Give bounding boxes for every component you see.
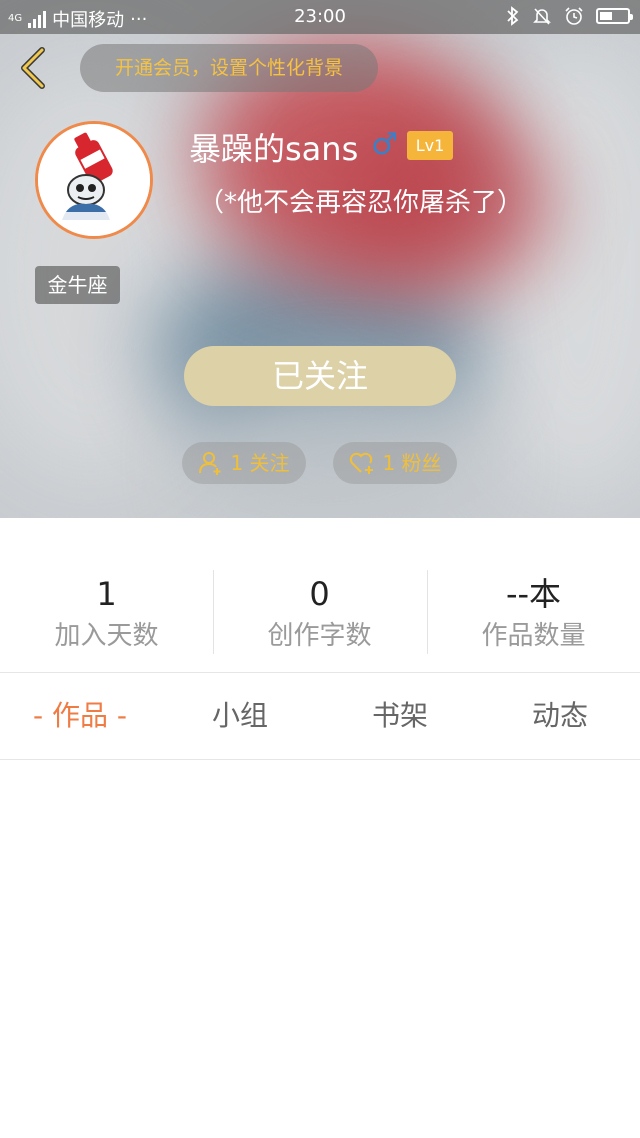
stat-works-count: --本 作品数量 (427, 570, 640, 654)
user-add-icon (199, 452, 221, 475)
following-label: 1 关注 (230, 451, 290, 475)
stats-row: 1 加入天数 0 创作字数 --本 作品数量 (0, 518, 640, 673)
profile-header: 4G 中国移动 ··· 23:00 开通会员，设置个性化背景 金牛座 暴躁的sa… (0, 0, 640, 518)
battery-level (600, 12, 612, 20)
stat-label: 作品数量 (481, 621, 586, 651)
zodiac-badge: 金牛座 (35, 266, 120, 304)
heart-add-icon (350, 452, 374, 474)
bluetooth-icon (507, 6, 519, 26)
fans-count-chip[interactable]: 1 粉丝 (333, 442, 457, 484)
tab-works[interactable]: - 作品 - (0, 673, 160, 759)
followed-button[interactable]: 已关注 (184, 346, 456, 406)
mute-bell-icon (533, 8, 551, 25)
stat-value: --本 (505, 575, 562, 613)
stat-value: 0 (309, 575, 330, 613)
stat-word-count: 0 创作字数 (213, 570, 426, 654)
tab-bookshelf[interactable]: 书架 (320, 673, 480, 759)
alarm-icon (565, 7, 583, 25)
vip-background-banner[interactable]: 开通会员，设置个性化背景 (80, 44, 378, 92)
content-area (0, 760, 640, 1138)
status-bar: 4G 中国移动 ··· 23:00 (0, 0, 640, 34)
tab-activity[interactable]: 动态 (480, 673, 640, 759)
avatar-image (38, 124, 150, 236)
profile-tabs: - 作品 - 小组 书架 动态 (0, 673, 640, 760)
back-arrow-icon (21, 47, 45, 89)
male-gender-icon: ♂ (371, 127, 398, 162)
level-badge: Lv1 (407, 131, 453, 160)
battery-icon (596, 8, 633, 24)
tab-groups[interactable]: 小组 (160, 673, 320, 759)
stat-value: 1 (96, 575, 117, 613)
stat-label: 创作字数 (267, 621, 372, 651)
username: 暴躁的sans (189, 130, 359, 168)
back-button[interactable] (12, 44, 56, 92)
stat-join-days: 1 加入天数 (0, 570, 213, 654)
following-count-chip[interactable]: 1 关注 (182, 442, 306, 484)
stat-label: 加入天数 (54, 621, 159, 651)
fans-label: 1 粉丝 (382, 451, 442, 475)
avatar[interactable] (35, 121, 153, 239)
user-signature: （*他不会再容忍你屠杀了） (198, 188, 524, 218)
